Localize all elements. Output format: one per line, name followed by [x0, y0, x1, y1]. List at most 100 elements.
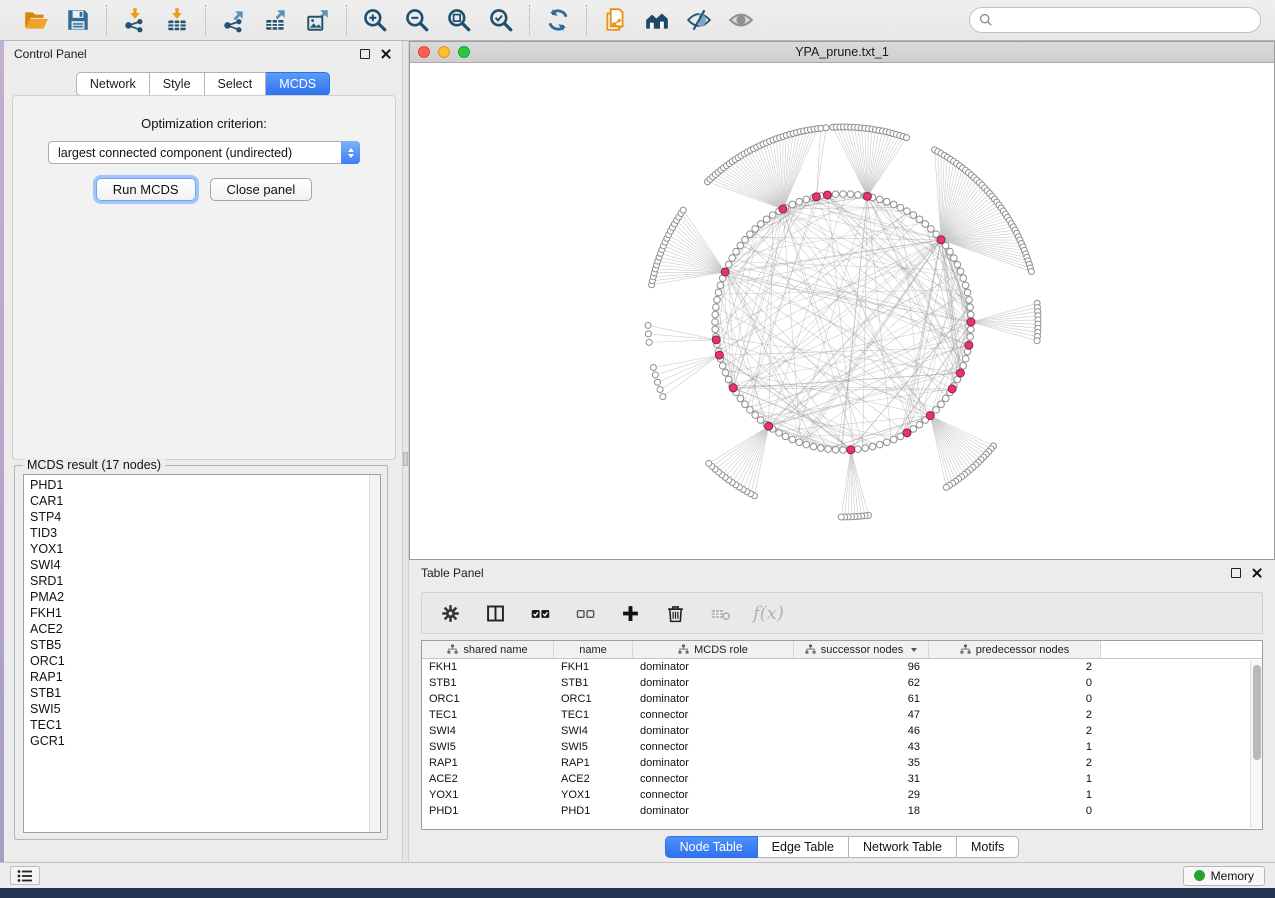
control-panel: Control Panel Network Style Select MCDS … [4, 41, 402, 862]
tab-network-table[interactable]: Network Table [849, 836, 957, 858]
add-column-icon[interactable] [618, 601, 642, 625]
cell-role: dominator [633, 659, 794, 675]
mcds-result-list[interactable]: PHD1CAR1STP4TID3YOX1SWI4SRD1PMA2FKH1ACE2… [23, 474, 381, 833]
show-eye-icon[interactable] [725, 4, 757, 36]
tab-select[interactable]: Select [205, 72, 267, 96]
mcds-result-item[interactable]: SRD1 [30, 573, 380, 589]
mcds-result-item[interactable]: STB5 [30, 637, 380, 653]
mcds-result-item[interactable]: ACE2 [30, 621, 380, 637]
cell-role: dominator [633, 723, 794, 739]
column-header-name[interactable]: name [554, 641, 633, 658]
mcds-result-item[interactable]: SWI4 [30, 557, 380, 573]
import-table-icon[interactable] [161, 4, 193, 36]
mcds-result-item[interactable]: TEC1 [30, 717, 380, 733]
mcds-result-item[interactable]: SWI5 [30, 701, 380, 717]
mcds-result-item[interactable]: CAR1 [30, 493, 380, 509]
cell-succ: 62 [794, 675, 929, 691]
import-network-icon[interactable] [119, 4, 151, 36]
cell-shared_name: SWI4 [422, 723, 554, 739]
column-header-successor-nodes[interactable]: successor nodes [794, 641, 929, 658]
close-table-panel-icon[interactable] [1251, 567, 1263, 579]
memory-button[interactable]: Memory [1183, 866, 1265, 886]
status-bar: Memory [0, 862, 1275, 888]
run-mcds-button[interactable]: Run MCDS [96, 178, 196, 201]
tab-edge-table[interactable]: Edge Table [758, 836, 849, 858]
delete-column-trash-icon[interactable] [663, 601, 687, 625]
export-image-icon[interactable] [302, 4, 334, 36]
export-table-icon[interactable] [260, 4, 292, 36]
mcds-result-item[interactable]: RAP1 [30, 669, 380, 685]
function-builder-icon[interactable]: f(x) [753, 603, 784, 624]
toggle-column-view-icon[interactable] [483, 601, 507, 625]
tab-style[interactable]: Style [150, 72, 205, 96]
splitter-handle-icon[interactable] [403, 452, 408, 466]
table-row[interactable]: PHD1PHD1dominator180 [422, 803, 1262, 819]
search-icon [979, 13, 993, 27]
refresh-layout-icon[interactable] [542, 4, 574, 36]
panel-splitter[interactable] [402, 41, 409, 862]
mcds-result-item[interactable]: TID3 [30, 525, 380, 541]
select-all-rows-icon[interactable] [528, 601, 552, 625]
save-session-icon[interactable] [62, 4, 94, 36]
mcds-result-item[interactable]: PMA2 [30, 589, 380, 605]
result-scrollbar[interactable] [369, 475, 380, 832]
table-options-gear-icon[interactable] [438, 601, 462, 625]
table-body: FKH1FKH1dominator962STB1STB1dominator620… [422, 659, 1262, 819]
cell-shared_name: PHD1 [422, 803, 554, 819]
hierarchy-icon [447, 644, 458, 655]
houses-icon[interactable] [641, 4, 673, 36]
criterion-select[interactable]: largest connected component (undirected) [48, 141, 360, 164]
table-row[interactable]: ORC1ORC1dominator610 [422, 691, 1262, 707]
column-header-shared-name[interactable]: shared name [422, 641, 554, 658]
zoom-in-icon[interactable] [359, 4, 391, 36]
hide-eye-icon[interactable] [683, 4, 715, 36]
delete-table-icon[interactable] [708, 601, 732, 625]
mcds-result-item[interactable]: ORC1 [30, 653, 380, 669]
column-header-MCDS-role[interactable]: MCDS role [633, 641, 794, 658]
table-row[interactable]: RAP1RAP1dominator352 [422, 755, 1262, 771]
tab-node-table[interactable]: Node Table [665, 836, 758, 858]
mcds-result-item[interactable]: FKH1 [30, 605, 380, 621]
cell-succ: 61 [794, 691, 929, 707]
table-row[interactable]: YOX1YOX1connector291 [422, 787, 1262, 803]
network-canvas[interactable] [410, 63, 1274, 559]
table-row[interactable]: FKH1FKH1dominator962 [422, 659, 1262, 675]
float-panel-icon[interactable] [360, 49, 370, 59]
table-scrollbar-thumb[interactable] [1253, 665, 1261, 760]
mcds-result-item[interactable]: PHD1 [30, 477, 380, 493]
select-stepper-icon [341, 141, 360, 164]
table-row[interactable]: SWI5SWI5connector431 [422, 739, 1262, 755]
cell-name: TEC1 [554, 707, 633, 723]
open-file-icon[interactable] [20, 4, 52, 36]
network-graph[interactable] [410, 63, 1274, 559]
tab-mcds[interactable]: MCDS [266, 72, 330, 96]
search-input[interactable] [969, 7, 1261, 33]
export-network-icon[interactable] [218, 4, 250, 36]
zoom-fit-icon[interactable] [443, 4, 475, 36]
close-panel-icon[interactable] [380, 48, 392, 60]
table-scrollbar[interactable] [1250, 660, 1262, 828]
table-row[interactable]: STB1STB1dominator620 [422, 675, 1262, 691]
cell-pred: 0 [929, 803, 1101, 819]
cell-pred: 0 [929, 675, 1101, 691]
deselect-all-rows-icon[interactable] [573, 601, 597, 625]
table-row[interactable]: TEC1TEC1connector472 [422, 707, 1262, 723]
mcds-result-item[interactable]: GCR1 [30, 733, 380, 749]
mcds-result-item[interactable]: YOX1 [30, 541, 380, 557]
main-toolbar [0, 0, 1275, 41]
tab-motifs[interactable]: Motifs [957, 836, 1019, 858]
tab-network[interactable]: Network [76, 72, 150, 96]
clone-network-icon[interactable] [599, 4, 631, 36]
close-panel-button[interactable]: Close panel [210, 178, 313, 201]
mcds-result-item[interactable]: STP4 [30, 509, 380, 525]
float-table-panel-icon[interactable] [1231, 568, 1241, 578]
column-header-predecessor-nodes[interactable]: predecessor nodes [929, 641, 1101, 658]
zoom-out-icon[interactable] [401, 4, 433, 36]
panel-list-icon[interactable] [10, 866, 40, 885]
zoom-selected-icon[interactable] [485, 4, 517, 36]
cell-shared_name: FKH1 [422, 659, 554, 675]
mcds-result-item[interactable]: STB1 [30, 685, 380, 701]
network-window-titlebar[interactable]: YPA_prune.txt_1 [410, 42, 1274, 63]
table-row[interactable]: SWI4SWI4dominator462 [422, 723, 1262, 739]
table-row[interactable]: ACE2ACE2connector311 [422, 771, 1262, 787]
